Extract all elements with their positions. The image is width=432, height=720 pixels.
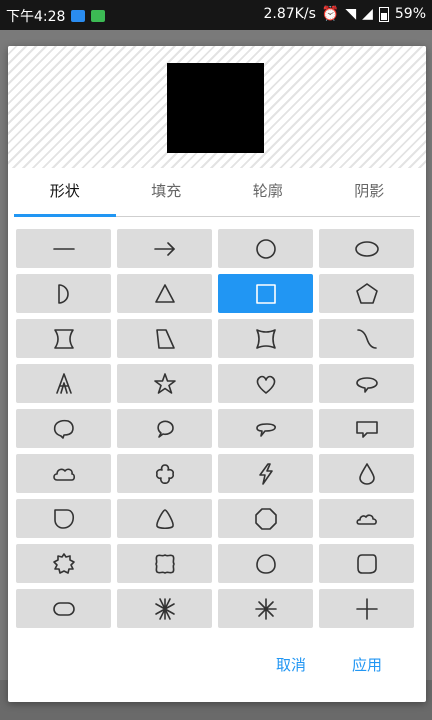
circle-speech-bubble-icon [156,420,174,438]
cloud-small-icon [355,513,377,525]
shape-cell[interactable] [16,589,111,628]
battery-icon [378,6,389,22]
octagon-icon [254,507,277,530]
shape-cell[interactable] [319,499,414,538]
tab-shadow[interactable]: 阴影 [319,168,421,216]
pentagon-icon [355,282,378,304]
heart-icon [256,375,275,394]
shape-cell[interactable] [117,409,212,448]
shape-cell[interactable] [16,544,111,583]
dialog-actions: 取消 应用 [8,642,426,702]
shape-cell[interactable] [218,229,313,268]
star-icon [153,372,176,394]
alarm-icon: ⏰ [321,6,340,22]
shape-grid [16,229,416,628]
shape-cell[interactable] [117,454,212,493]
shape-cell[interactable] [16,364,111,403]
flat-speech-bubble-icon [255,422,276,437]
tab-outline[interactable]: 轮廓 [217,168,319,216]
shape-cell[interactable] [117,229,212,268]
scalloped-square-icon [154,553,175,574]
wechat-notification-icon [91,10,106,22]
tab-bar: 形状 填充 轮廓 阴影 [14,168,420,217]
shape-dialog: 形状 填充 轮廓 阴影 取消 应用 [8,46,426,702]
shape-cell[interactable] [319,274,414,313]
shape-cell[interactable] [218,499,313,538]
triangle-icon [154,283,175,303]
asterisk-burst-icon [154,597,175,620]
shape-cell[interactable] [16,274,111,313]
oval-speech-bubble-icon [355,376,378,393]
shape-preview [8,46,426,168]
battery-level: 59% [394,6,426,22]
letter-a-icon [55,372,72,394]
tab-shape[interactable]: 形状 [14,168,116,217]
shape-cell[interactable] [319,319,414,358]
shape-cell[interactable] [117,319,212,358]
flower-icon [155,463,174,484]
drop-icon [358,462,375,485]
status-time: 下午4:28 [6,9,66,25]
cancel-button[interactable]: 取消 [276,654,306,675]
signal-icon: ◢ [362,6,373,22]
shape-cell[interactable] [16,229,111,268]
square-icon [255,283,276,304]
ellipse-icon [354,240,379,257]
plus-icon [355,597,378,620]
shape-cell[interactable] [117,589,212,628]
shape-cell[interactable] [117,274,212,313]
wifi-icon: ◥ [345,6,357,22]
shape-cell[interactable] [117,544,212,583]
shape-cell[interactable] [16,409,111,448]
shape-cell[interactable] [218,319,313,358]
shape-cell[interactable] [218,544,313,583]
asterisk-icon [254,597,277,620]
rounded-oval-icon [52,601,75,616]
shape-cell[interactable] [218,454,313,493]
line-icon [52,247,75,250]
shape-cell[interactable] [319,229,414,268]
rect-speech-bubble-icon [355,420,378,438]
trapezoid-icon [155,328,175,349]
tab-fill[interactable]: 填充 [116,168,218,216]
concave-square-icon [255,328,276,349]
cloud-icon [52,468,75,481]
circle-icon [255,238,276,259]
preview-shape [167,63,264,153]
rounded-square-icon [356,553,377,574]
blob-circle-icon [255,553,276,574]
network-speed: 2.87K/s [263,6,316,22]
leaf-shape-icon [53,508,74,529]
status-bar: 下午4:28 2.87K/s ⏰ ◥ ◢ 59% [0,0,432,30]
shape-cell[interactable] [319,409,414,448]
shape-cell[interactable] [319,364,414,403]
arrow-icon [153,241,175,256]
shape-cell[interactable] [117,499,212,538]
hourglass-icon [53,328,74,349]
shape-cell[interactable] [16,454,111,493]
lightning-icon [258,462,273,485]
rounded-triangle-icon [155,508,174,529]
half-circle-icon [57,283,69,304]
shape-cell[interactable] [218,409,313,448]
shape-cell[interactable] [16,319,111,358]
shape-cell[interactable] [319,589,414,628]
shape-cell[interactable] [218,364,313,403]
qq-notification-icon [71,10,86,22]
shape-cell[interactable] [218,274,313,313]
apply-button[interactable]: 应用 [352,654,382,675]
sun-icon [52,552,75,574]
shape-cell[interactable] [117,364,212,403]
round-speech-bubble-icon [53,419,74,439]
shape-cell[interactable] [16,499,111,538]
curve-icon [356,328,377,349]
shape-cell[interactable] [319,454,414,493]
shape-cell[interactable] [218,589,313,628]
shape-cell[interactable] [319,544,414,583]
